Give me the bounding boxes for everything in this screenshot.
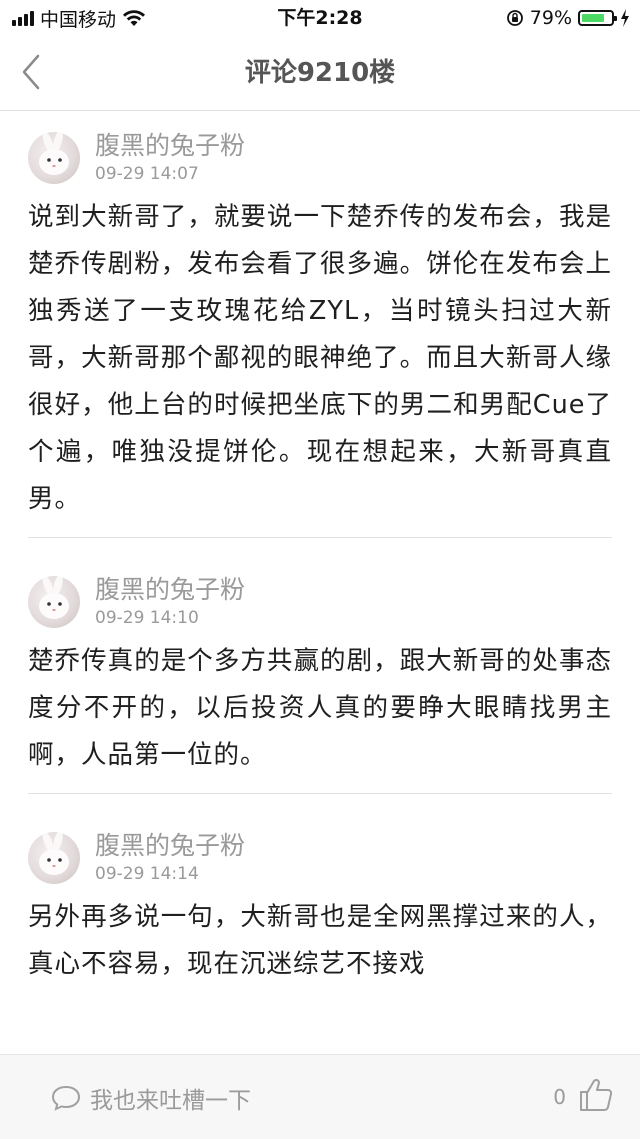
- avatar[interactable]: [28, 576, 80, 628]
- thumbs-up-icon: [580, 1078, 613, 1111]
- nav-bar: 评论9210楼: [0, 36, 640, 111]
- comment-item: 腹黑的兔子粉 09-29 14:10 楚乔传真的是个多方共赢的剧，跟大新哥的处事…: [0, 538, 640, 779]
- comment-text: 另外再多说一句，大新哥也是全网黑撑过来的人，真心不容易，现在沉迷综艺不接戏: [28, 902, 612, 979]
- timestamp: 09-29 14:10: [95, 608, 199, 628]
- status-bar: 中国移动 下午2:28 79%: [0, 0, 640, 36]
- username[interactable]: 腹黑的兔子粉: [95, 830, 245, 862]
- rabbit-icon: [39, 576, 69, 619]
- page-title: 评论9210楼: [244, 58, 396, 88]
- rabbit-icon: [39, 832, 69, 875]
- comment-item: 腹黑的兔子粉 09-29 14:07 说到大新哥了，就要说一下楚乔传的发布会，我…: [0, 110, 640, 523]
- rabbit-icon: [39, 132, 69, 175]
- battery-icon: [578, 10, 617, 26]
- avatar[interactable]: [28, 832, 80, 884]
- like-count: 0: [553, 1085, 566, 1109]
- timestamp: 09-29 14:14: [95, 864, 199, 884]
- reply-input[interactable]: 我也来吐槽一下: [50, 1081, 251, 1115]
- rotation-lock-icon: [506, 10, 523, 26]
- like-button[interactable]: [576, 1075, 616, 1115]
- username[interactable]: 腹黑的兔子粉: [95, 130, 245, 162]
- username[interactable]: 腹黑的兔子粉: [95, 574, 245, 606]
- avatar[interactable]: [28, 132, 80, 184]
- comment-text: 说到大新哥了，就要说一下楚乔传的发布会，我是楚乔传剧粉，发布会看了很多遍。饼伦在…: [28, 202, 612, 514]
- comment-bubble-icon: [51, 1085, 81, 1111]
- battery-percent: 79%: [529, 7, 572, 29]
- bottom-bar: 我也来吐槽一下 0: [0, 1054, 640, 1139]
- comment-list[interactable]: 腹黑的兔子粉 09-29 14:07 说到大新哥了，就要说一下楚乔传的发布会，我…: [0, 110, 640, 1054]
- comment-item: 腹黑的兔子粉 09-29 14:14 另外再多说一句，大新哥也是全网黑撑过来的人…: [0, 794, 640, 988]
- timestamp: 09-29 14:07: [95, 164, 199, 184]
- charging-icon: [621, 9, 629, 27]
- comment-text: 楚乔传真的是个多方共赢的剧，跟大新哥的处事态度分不开的，以后投资人真的要睁大眼睛…: [28, 646, 612, 770]
- reply-placeholder: 我也来吐槽一下: [90, 1088, 251, 1114]
